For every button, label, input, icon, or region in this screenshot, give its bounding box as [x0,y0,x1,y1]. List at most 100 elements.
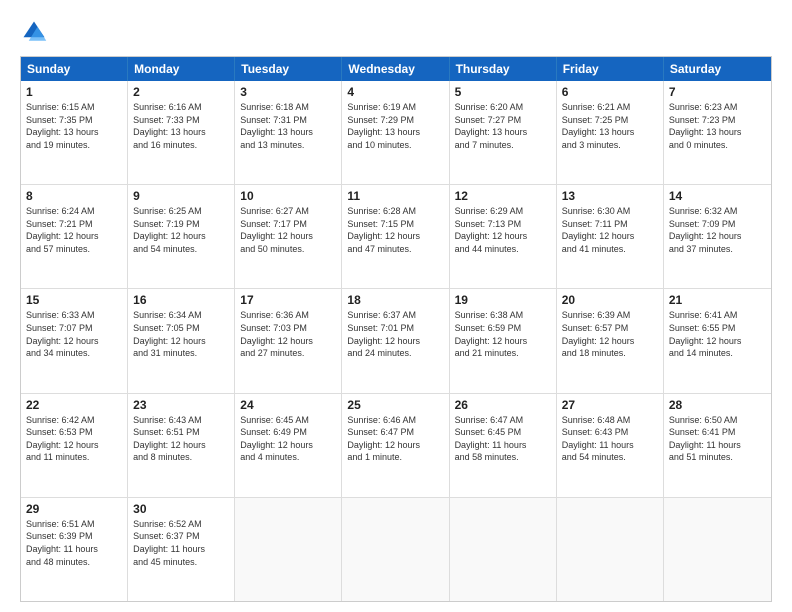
cell-line: Sunrise: 6:30 AM [562,205,658,218]
cell-line: Daylight: 12 hours [133,335,229,348]
cell-line: Sunset: 6:49 PM [240,426,336,439]
cell-line: and 1 minute. [347,451,443,464]
cell-line: Sunset: 7:09 PM [669,218,766,231]
cell-line: and 19 minutes. [26,139,122,152]
cell-line: Sunset: 7:07 PM [26,322,122,335]
cell-line: Daylight: 13 hours [347,126,443,139]
cell-line: Daylight: 12 hours [240,335,336,348]
cell-line: and 37 minutes. [669,243,766,256]
cell-line: Daylight: 11 hours [562,439,658,452]
cell-line: and 8 minutes. [133,451,229,464]
cell-line: and 51 minutes. [669,451,766,464]
cell-line: Sunset: 6:59 PM [455,322,551,335]
day-number: 30 [133,502,229,516]
header [20,18,772,46]
cell-line: and 24 minutes. [347,347,443,360]
day-number: 4 [347,85,443,99]
day-number: 5 [455,85,551,99]
calendar-row: 1Sunrise: 6:15 AMSunset: 7:35 PMDaylight… [21,81,771,184]
cell-line: and 18 minutes. [562,347,658,360]
cell-line: Daylight: 12 hours [455,230,551,243]
cell-line: Sunset: 7:13 PM [455,218,551,231]
day-number: 27 [562,398,658,412]
cell-line: Daylight: 13 hours [133,126,229,139]
cell-line: Sunrise: 6:48 AM [562,414,658,427]
cell-line: Sunset: 6:37 PM [133,530,229,543]
cell-line: Sunset: 7:31 PM [240,114,336,127]
cell-line: Sunrise: 6:25 AM [133,205,229,218]
calendar-cell: 13Sunrise: 6:30 AMSunset: 7:11 PMDayligh… [557,185,664,288]
cell-line: Sunset: 7:17 PM [240,218,336,231]
calendar-cell: 22Sunrise: 6:42 AMSunset: 6:53 PMDayligh… [21,394,128,497]
cell-line: Sunset: 7:27 PM [455,114,551,127]
day-number: 18 [347,293,443,307]
cell-line: Sunrise: 6:18 AM [240,101,336,114]
cell-line: Sunrise: 6:27 AM [240,205,336,218]
day-number: 29 [26,502,122,516]
cell-line: Daylight: 13 hours [669,126,766,139]
cell-line: and 44 minutes. [455,243,551,256]
cell-line: Sunrise: 6:36 AM [240,309,336,322]
calendar-cell: 1Sunrise: 6:15 AMSunset: 7:35 PMDaylight… [21,81,128,184]
calendar-cell: 9Sunrise: 6:25 AMSunset: 7:19 PMDaylight… [128,185,235,288]
cell-line: Sunrise: 6:19 AM [347,101,443,114]
cell-line: and 54 minutes. [133,243,229,256]
day-number: 2 [133,85,229,99]
cell-line: Sunset: 7:11 PM [562,218,658,231]
calendar: SundayMondayTuesdayWednesdayThursdayFrid… [20,56,772,602]
cell-line: Sunset: 7:23 PM [669,114,766,127]
cell-line: Sunrise: 6:32 AM [669,205,766,218]
cell-line: Sunset: 6:55 PM [669,322,766,335]
cell-line: and 27 minutes. [240,347,336,360]
cell-line: and 34 minutes. [26,347,122,360]
cell-line: Sunset: 7:25 PM [562,114,658,127]
weekday-header: Monday [128,57,235,81]
cell-line: Sunset: 6:43 PM [562,426,658,439]
cell-line: Sunset: 6:51 PM [133,426,229,439]
day-number: 1 [26,85,122,99]
cell-line: and 48 minutes. [26,556,122,569]
cell-line: Sunset: 7:03 PM [240,322,336,335]
cell-line: and 7 minutes. [455,139,551,152]
cell-line: and 47 minutes. [347,243,443,256]
cell-line: Daylight: 12 hours [26,439,122,452]
calendar-cell: 10Sunrise: 6:27 AMSunset: 7:17 PMDayligh… [235,185,342,288]
day-number: 11 [347,189,443,203]
logo [20,18,52,46]
cell-line: Sunset: 7:01 PM [347,322,443,335]
cell-line: Sunset: 6:53 PM [26,426,122,439]
cell-line: Sunrise: 6:46 AM [347,414,443,427]
calendar-cell [342,498,449,601]
calendar-cell: 3Sunrise: 6:18 AMSunset: 7:31 PMDaylight… [235,81,342,184]
day-number: 8 [26,189,122,203]
cell-line: Sunset: 7:21 PM [26,218,122,231]
cell-line: and 16 minutes. [133,139,229,152]
weekday-header: Friday [557,57,664,81]
weekday-header: Saturday [664,57,771,81]
cell-line: Daylight: 11 hours [669,439,766,452]
cell-line: and 4 minutes. [240,451,336,464]
cell-line: and 31 minutes. [133,347,229,360]
cell-line: Sunrise: 6:28 AM [347,205,443,218]
calendar-body: 1Sunrise: 6:15 AMSunset: 7:35 PMDaylight… [21,81,771,601]
cell-line: Daylight: 12 hours [669,230,766,243]
calendar-cell: 8Sunrise: 6:24 AMSunset: 7:21 PMDaylight… [21,185,128,288]
day-number: 28 [669,398,766,412]
day-number: 25 [347,398,443,412]
calendar-cell [557,498,664,601]
cell-line: Sunset: 7:05 PM [133,322,229,335]
calendar-cell: 30Sunrise: 6:52 AMSunset: 6:37 PMDayligh… [128,498,235,601]
day-number: 12 [455,189,551,203]
cell-line: Daylight: 12 hours [133,230,229,243]
cell-line: and 13 minutes. [240,139,336,152]
cell-line: Sunset: 6:39 PM [26,530,122,543]
calendar-cell: 6Sunrise: 6:21 AMSunset: 7:25 PMDaylight… [557,81,664,184]
calendar-cell: 17Sunrise: 6:36 AMSunset: 7:03 PMDayligh… [235,289,342,392]
cell-line: Sunrise: 6:43 AM [133,414,229,427]
cell-line: Sunrise: 6:29 AM [455,205,551,218]
cell-line: Daylight: 13 hours [455,126,551,139]
calendar-cell [450,498,557,601]
cell-line: Sunset: 7:33 PM [133,114,229,127]
day-number: 15 [26,293,122,307]
calendar-row: 15Sunrise: 6:33 AMSunset: 7:07 PMDayligh… [21,288,771,392]
